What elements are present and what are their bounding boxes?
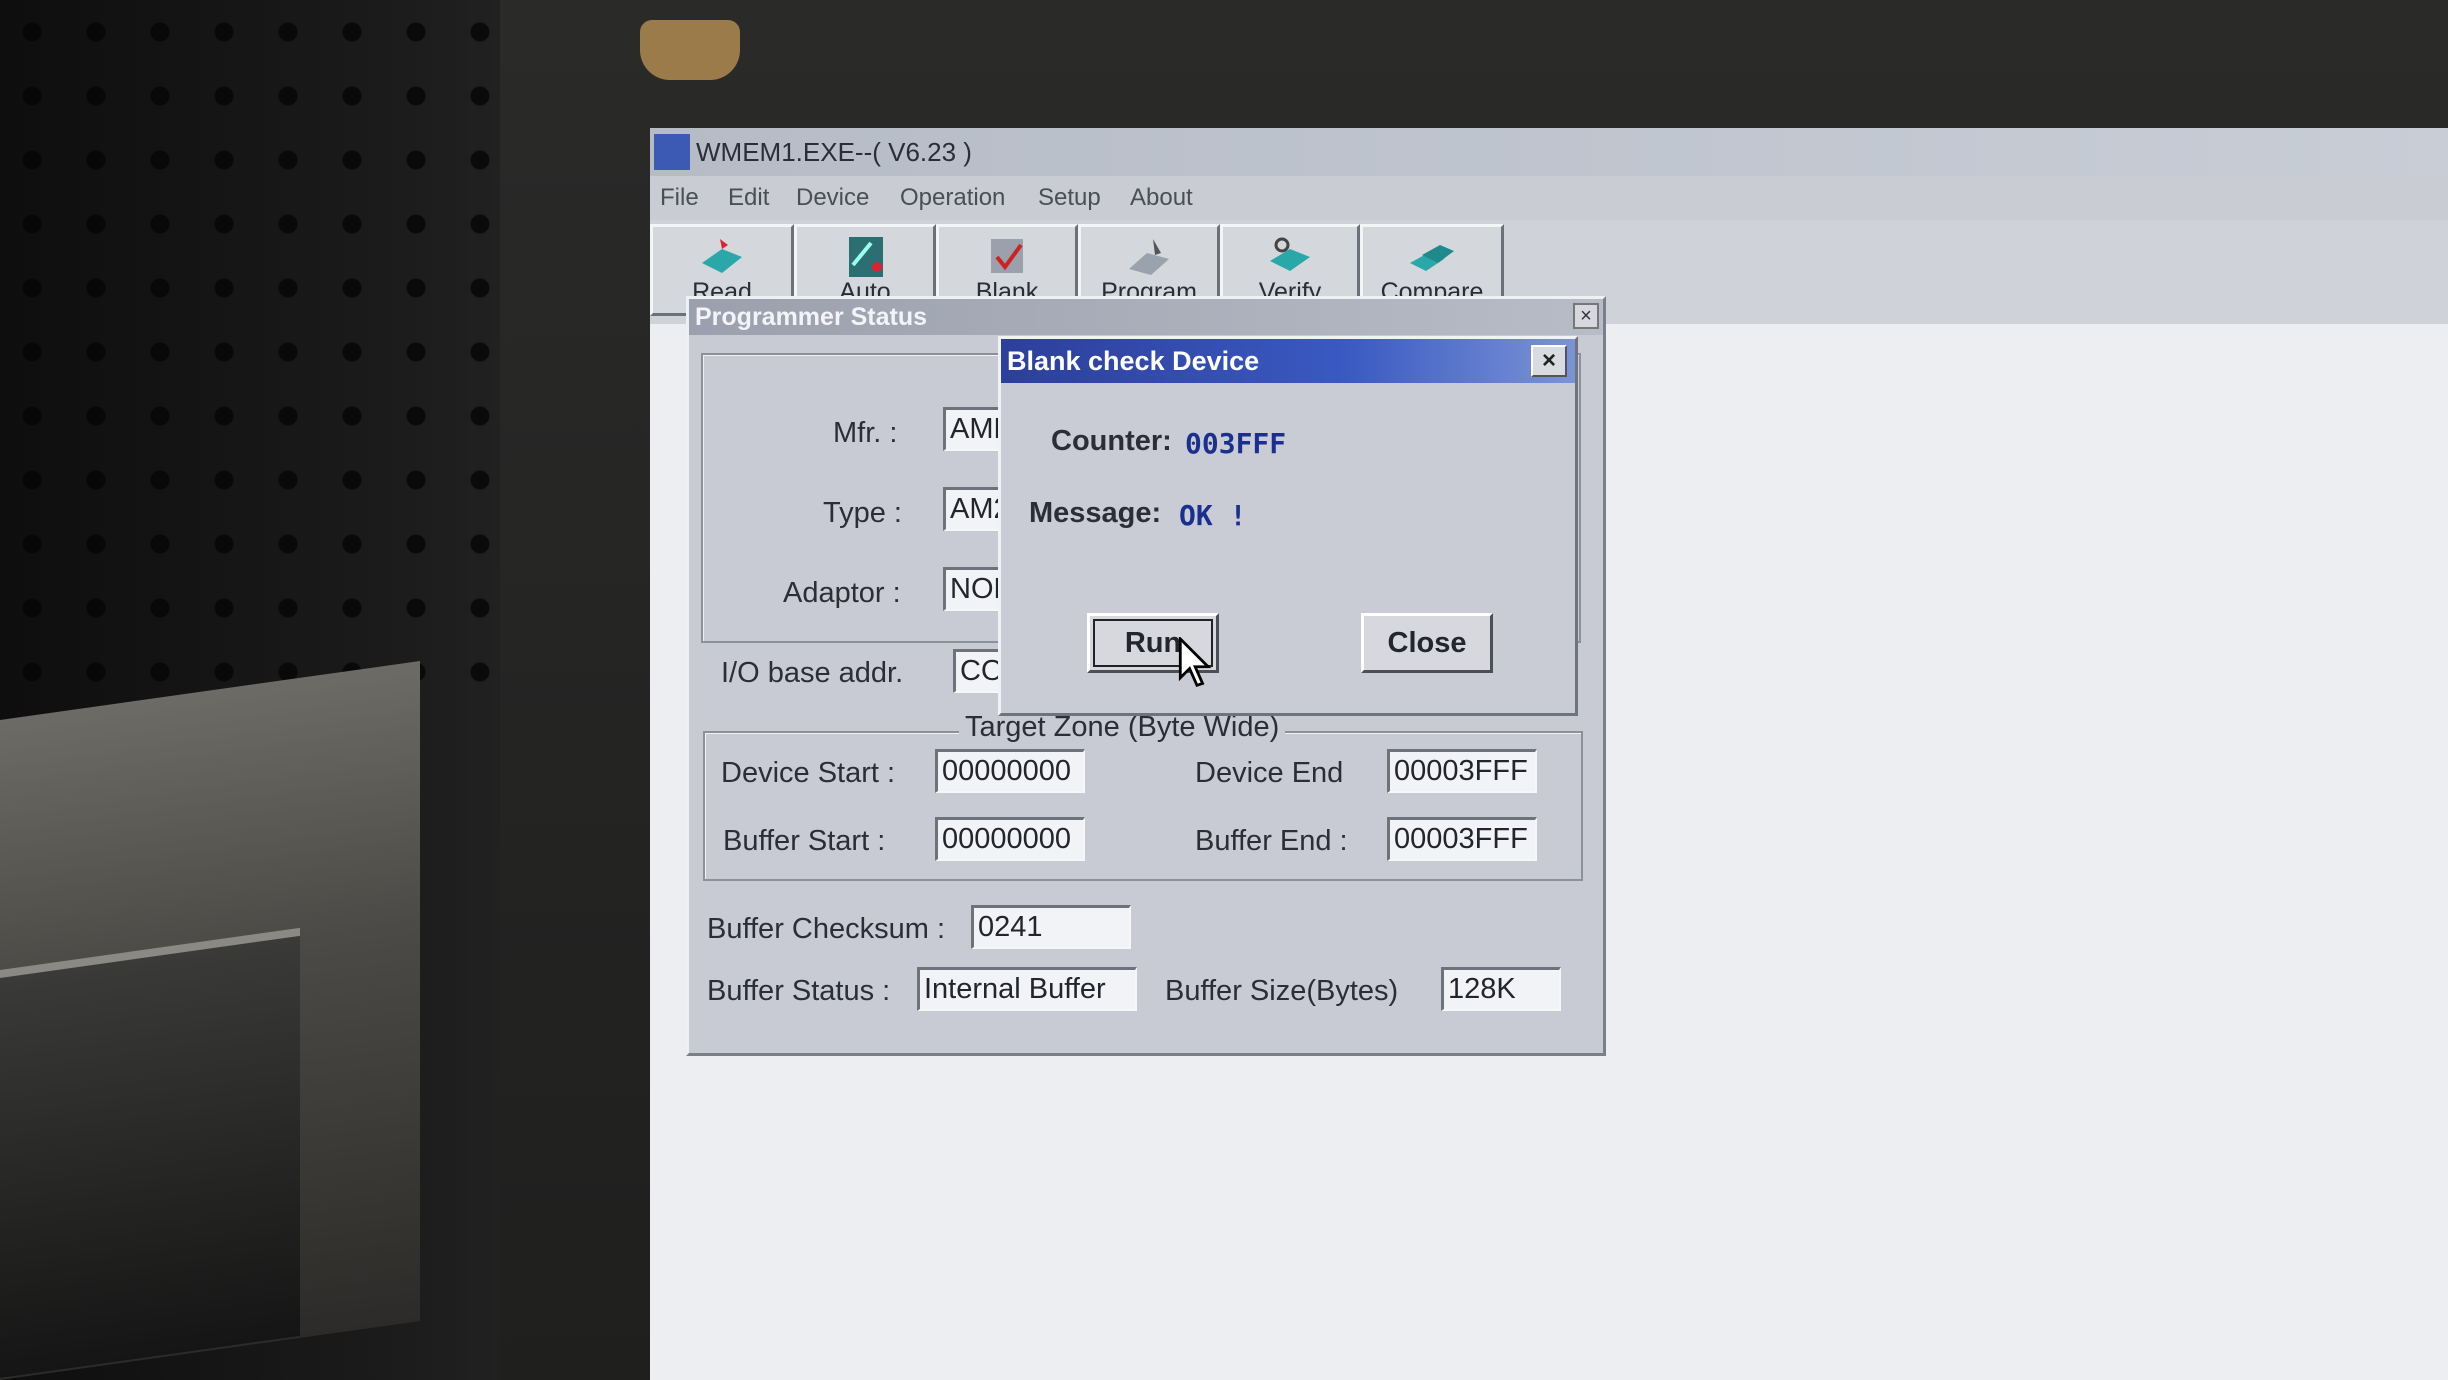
menubar: File Edit Device Operation Setup About <box>650 176 2448 220</box>
programmer-status-close-icon[interactable]: × <box>1573 303 1599 329</box>
device-end-field: 00003FFF <box>1387 749 1537 793</box>
programmer-status-title: Programmer Status <box>689 299 1603 335</box>
menu-setup[interactable]: Setup <box>1038 184 1101 212</box>
hardware-tray <box>0 927 300 1378</box>
counter-value: 003FFF <box>1185 427 1287 460</box>
blank-icon <box>991 239 1023 273</box>
menu-operation[interactable]: Operation <box>900 184 1005 212</box>
counter-label: Counter: <box>1051 425 1172 457</box>
buffer-end-label: Buffer End : <box>1195 825 1348 857</box>
menu-device[interactable]: Device <box>796 184 869 212</box>
read-icon <box>702 239 742 273</box>
target-zone-group: Device Start : 00000000 Device End 00003… <box>703 731 1583 881</box>
room-background <box>0 0 520 1380</box>
close-button[interactable]: Close <box>1361 613 1493 673</box>
buffer-size-label: Buffer Size(Bytes) <box>1165 975 1399 1007</box>
verify-icon <box>1270 237 1310 271</box>
blank-check-dialog-title: Blank check Device <box>1001 339 1575 383</box>
blank-check-dialog: Blank check Device × Counter: 003FFF Mes… <box>998 336 1578 716</box>
device-end-label: Device End <box>1195 757 1344 789</box>
buffer-size-field: 128K <box>1441 967 1561 1011</box>
type-label: Type : <box>823 497 902 529</box>
menu-file[interactable]: File <box>660 184 699 212</box>
mfr-label: Mfr. : <box>833 417 898 449</box>
adaptor-label: Adaptor : <box>783 577 901 609</box>
buffer-start-field: 00000000 <box>935 817 1085 861</box>
menu-edit[interactable]: Edit <box>728 184 769 212</box>
buffer-start-label: Buffer Start : <box>723 825 886 857</box>
device-start-label: Device Start : <box>721 757 896 789</box>
hardware-box <box>0 660 420 1380</box>
buffer-checksum-label: Buffer Checksum : <box>707 913 946 945</box>
device-start-field: 00000000 <box>935 749 1085 793</box>
buffer-status-label: Buffer Status : <box>707 975 891 1007</box>
compare-icon <box>1410 245 1454 271</box>
buffer-status-field: Internal Buffer <box>917 967 1137 1011</box>
window-title: WMEM1.EXE--( V6.23 ) <box>696 137 972 167</box>
auto-icon <box>849 237 883 277</box>
message-label: Message: <box>1029 497 1162 529</box>
menu-about[interactable]: About <box>1130 184 1193 212</box>
pegboard <box>0 0 520 720</box>
io-base-label: I/O base addr. <box>721 657 904 689</box>
app-titlebar: WMEM1.EXE--( V6.23 ) <box>650 128 2448 176</box>
mouse-cursor-icon <box>1178 637 1212 688</box>
dialog-close-icon[interactable]: × <box>1531 345 1567 377</box>
monitor-logo-icon <box>640 20 740 80</box>
buffer-checksum-field: 0241 <box>971 905 1131 949</box>
program-icon <box>1129 239 1169 275</box>
buffer-end-field: 00003FFF <box>1387 817 1537 861</box>
message-value: OK ! <box>1179 499 1247 532</box>
app-icon <box>654 134 690 170</box>
monitor-screen: WMEM1.EXE--( V6.23 ) File Edit Device Op… <box>650 128 2448 1380</box>
